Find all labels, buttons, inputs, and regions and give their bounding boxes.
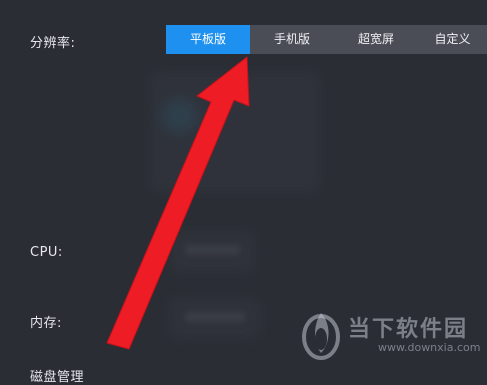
cpu-label: CPU: — [30, 245, 63, 260]
watermark-title: 当下软件园 — [348, 317, 469, 342]
tab-phone[interactable]: 手机版 — [250, 25, 334, 54]
resolution-tab-bar: 平板版 手机版 超宽屏 自定义 — [166, 25, 487, 54]
blurred-preview-icon — [162, 98, 198, 134]
disk-management-label: 磁盘管理 — [30, 370, 85, 385]
tab-tablet[interactable]: 平板版 — [166, 25, 250, 54]
memory-label: 内存: — [30, 316, 62, 331]
tab-custom[interactable]: 自定义 — [418, 25, 487, 54]
watermark-url: www.downxia.com — [378, 341, 481, 354]
downxia-logo-icon — [302, 313, 340, 360]
watermark: 当下软件园 www.downxia.com — [300, 305, 485, 367]
tab-ultrawide[interactable]: 超宽屏 — [334, 25, 418, 54]
resolution-label: 分辨率: — [30, 36, 76, 51]
blurred-memory-value — [185, 312, 245, 322]
blurred-cpu-value — [185, 245, 240, 255]
